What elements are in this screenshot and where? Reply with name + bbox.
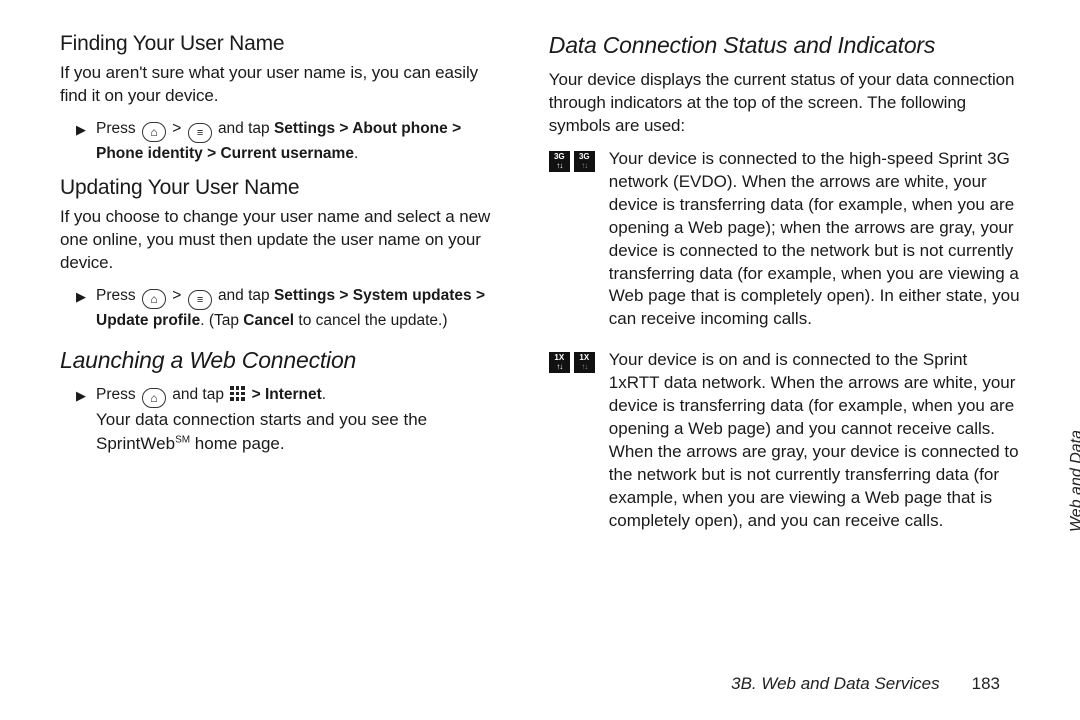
text: . (Tap	[200, 312, 243, 329]
right-column: Data Connection Status and Indicators Yo…	[549, 28, 1020, 688]
heading-launching-web: Launching a Web Connection	[60, 347, 509, 374]
network-1x-idle-icon: 1X ↑↓	[574, 352, 595, 373]
step-find-username: ▶ Press > and tap Settings > About phone…	[60, 118, 509, 166]
badge-label: 1X	[579, 354, 589, 362]
internet-path: > Internet	[252, 386, 322, 403]
home-key-icon	[142, 388, 166, 408]
indicator-item-3g: 3G ↑↓ 3G ↑↓ Your device is connected to …	[549, 148, 1020, 332]
intro-text: Your device displays the current status …	[549, 69, 1020, 138]
indicator-list: 3G ↑↓ 3G ↑↓ Your device is connected to …	[549, 148, 1020, 533]
footer-section: 3B. Web and Data Services	[731, 674, 940, 694]
apps-grid-icon	[230, 386, 245, 401]
text: home page.	[190, 434, 285, 453]
step-update-username: ▶ Press > and tap Settings > System upda…	[60, 285, 509, 333]
result-text: Your data connection starts and you see …	[96, 410, 427, 454]
triangle-bullet-icon: ▶	[76, 121, 86, 140]
page-footer: 3B. Web and Data Services 183	[731, 674, 1000, 694]
home-key-icon	[142, 122, 166, 142]
indicator-description: Your device is connected to the high-spe…	[609, 148, 1020, 332]
manual-page: Finding Your User Name If you aren't sur…	[0, 0, 1080, 720]
badge-label: 1X	[554, 354, 564, 362]
step-content: Press > and tap Settings > System update…	[96, 285, 509, 333]
text: .	[322, 386, 326, 403]
arrows-icon: ↑↓	[556, 363, 562, 371]
text: and tap	[218, 287, 274, 304]
indicator-item-1x: 1X ↑↓ 1X ↑↓ Your device is on and is con…	[549, 349, 1020, 533]
step-content: Press and tap > Internet. Your data conn…	[96, 384, 509, 457]
text: Press	[96, 287, 140, 304]
triangle-bullet-icon: ▶	[76, 288, 86, 307]
step-content: Press > and tap Settings > About phone >…	[96, 118, 509, 166]
text: Press	[96, 386, 140, 403]
text: to cancel the update.)	[294, 312, 447, 329]
badge-label: 3G	[579, 153, 590, 161]
text: and tap	[218, 120, 274, 137]
home-key-icon	[142, 289, 166, 309]
cancel-label: Cancel	[243, 312, 294, 329]
text: Press	[96, 120, 140, 137]
arrows-icon: ↑↓	[556, 162, 562, 170]
indicator-icons: 1X ↑↓ 1X ↑↓	[549, 352, 595, 373]
side-tab-label: Web and Data	[1068, 430, 1080, 532]
body-updating-username: If you choose to change your user name a…	[60, 206, 509, 275]
network-3g-active-icon: 3G ↑↓	[549, 151, 570, 172]
badge-label: 3G	[554, 153, 565, 161]
menu-key-icon	[188, 290, 212, 310]
gt: >	[172, 120, 181, 137]
page-number: 183	[972, 674, 1000, 694]
indicator-icons: 3G ↑↓ 3G ↑↓	[549, 151, 595, 172]
text: and tap	[172, 386, 228, 403]
triangle-bullet-icon: ▶	[76, 387, 86, 406]
arrows-icon: ↑↓	[581, 363, 587, 371]
indicator-description: Your device is on and is connected to th…	[609, 349, 1020, 533]
left-column: Finding Your User Name If you aren't sur…	[60, 28, 509, 688]
network-3g-idle-icon: 3G ↑↓	[574, 151, 595, 172]
sm-mark: SM	[175, 435, 190, 446]
step-launch-web: ▶ Press and tap > Internet. Your data co…	[60, 384, 509, 457]
heading-updating-username: Updating Your User Name	[60, 176, 509, 200]
network-1x-active-icon: 1X ↑↓	[549, 352, 570, 373]
text: .	[354, 145, 358, 162]
body-finding-username: If you aren't sure what your user name i…	[60, 62, 509, 108]
heading-finding-username: Finding Your User Name	[60, 32, 509, 56]
arrows-icon: ↑↓	[581, 162, 587, 170]
menu-key-icon	[188, 123, 212, 143]
gt: >	[172, 287, 181, 304]
heading-data-connection-indicators: Data Connection Status and Indicators	[549, 32, 1020, 59]
